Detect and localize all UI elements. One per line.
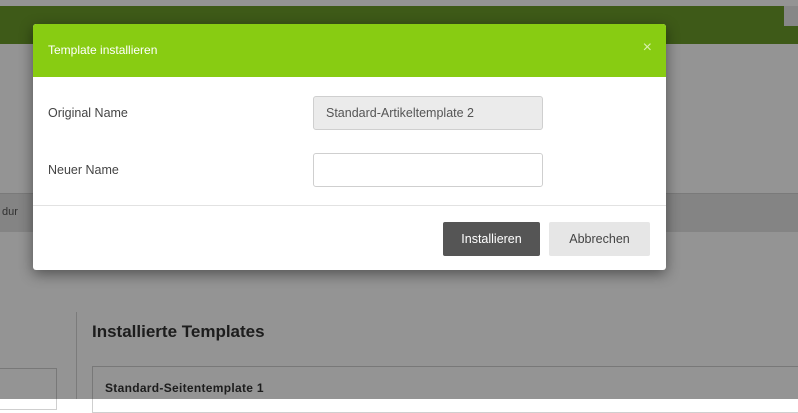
new-name-label: Neuer Name (48, 163, 119, 177)
close-icon[interactable]: × (643, 39, 652, 57)
new-name-field[interactable] (313, 153, 543, 187)
dialog-header: Template installieren × (33, 24, 666, 77)
dialog-title: Template installieren (48, 43, 158, 57)
dialog-footer-divider (33, 205, 666, 206)
cancel-button[interactable]: Abbrechen (549, 222, 650, 256)
original-name-label: Original Name (48, 106, 128, 120)
original-name-field[interactable] (313, 96, 543, 130)
install-template-dialog: Template installieren × Original Name Ne… (33, 24, 666, 270)
install-button[interactable]: Installieren (443, 222, 540, 256)
